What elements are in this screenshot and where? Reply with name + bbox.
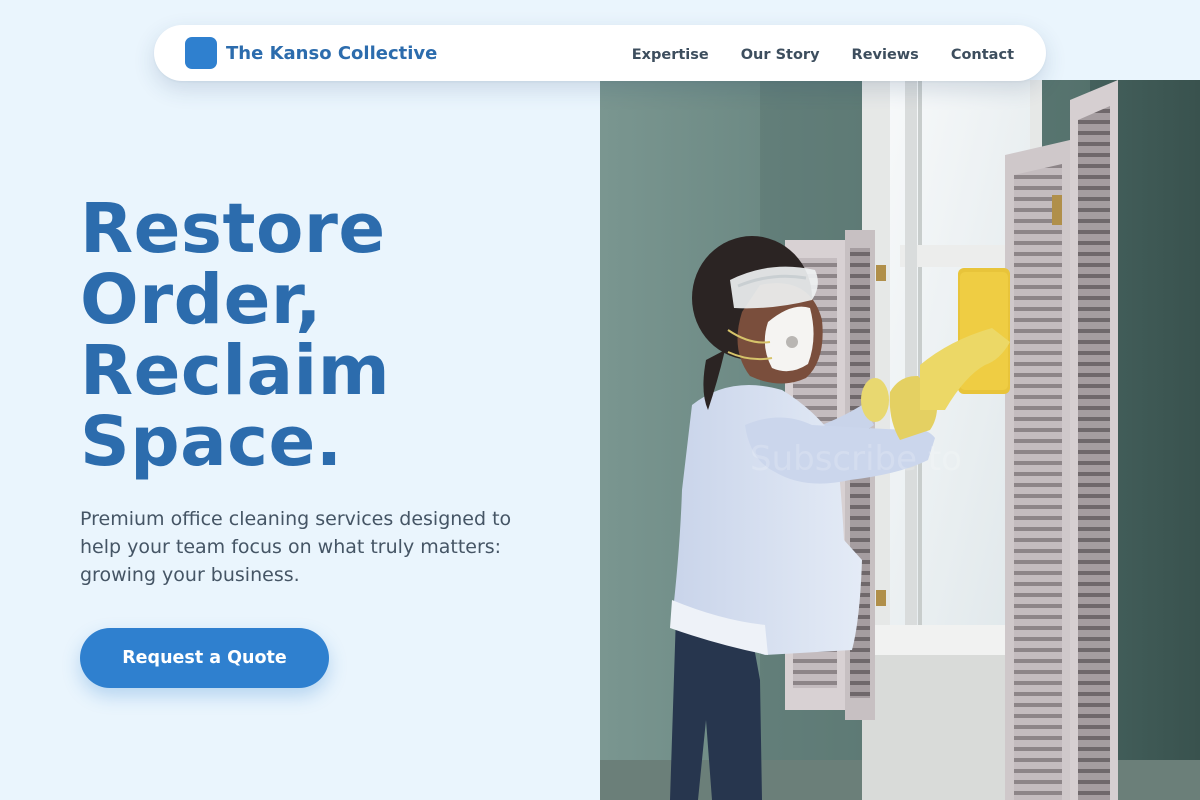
navbar: The Kanso Collective Expertise Our Story… bbox=[154, 25, 1046, 81]
brand-name: The Kanso Collective bbox=[226, 42, 438, 64]
cleaner-wiping-window-image: Subscribe to bbox=[600, 80, 1200, 800]
brand-logo-icon bbox=[185, 37, 217, 69]
nav-links: Expertise Our Story Reviews Contact bbox=[632, 44, 1014, 63]
svg-text:Subscribe to: Subscribe to bbox=[750, 439, 962, 479]
headline-line: Order, bbox=[80, 260, 322, 340]
landing-page: Subscribe to The Kanso Collective Expert… bbox=[0, 0, 1200, 800]
nav-link-contact[interactable]: Contact bbox=[951, 47, 1014, 63]
brand-link[interactable]: The Kanso Collective bbox=[185, 37, 437, 69]
headline-line: Reclaim bbox=[80, 331, 391, 411]
headline-line: Restore bbox=[80, 189, 386, 269]
request-quote-button[interactable]: Request a Quote bbox=[80, 628, 329, 688]
nav-link-our-story[interactable]: Our Story bbox=[741, 47, 820, 63]
nav-link-expertise[interactable]: Expertise bbox=[632, 47, 709, 63]
hero-headline: Restore Order, Reclaim Space. bbox=[80, 194, 390, 478]
headline-line: Space. bbox=[80, 402, 343, 482]
hero-subtext: Premium office cleaning services designe… bbox=[80, 508, 512, 586]
hero-photo: Subscribe to bbox=[600, 80, 1200, 800]
nav-link-reviews[interactable]: Reviews bbox=[852, 47, 919, 63]
